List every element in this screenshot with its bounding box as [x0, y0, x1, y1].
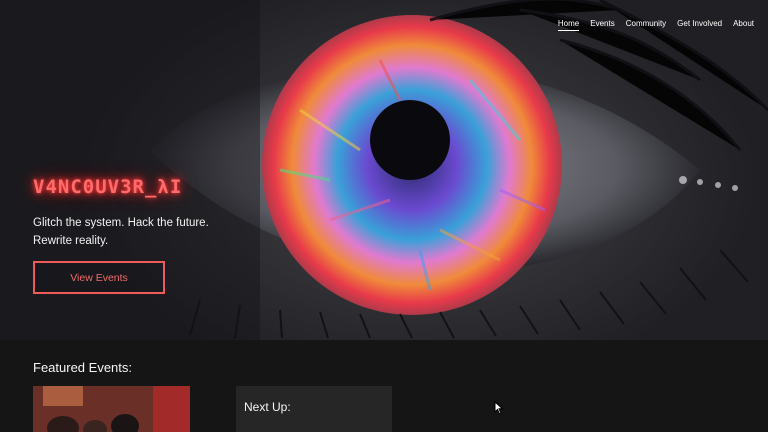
event-photo — [33, 386, 190, 432]
hero-tagline: Glitch the system. Hack the future. Rewr… — [33, 217, 209, 247]
main-nav: Home Events Community Get Involved About — [557, 19, 754, 31]
next-up-title: Next Up: — [244, 400, 291, 414]
event-thumbnail[interactable] — [33, 386, 190, 432]
featured-events-title: Featured Events: — [33, 360, 132, 375]
featured-events-section: Featured Events: Next Up: — [0, 340, 768, 432]
nav-get-involved-link[interactable]: Get Involved — [677, 19, 722, 31]
nav-about-link[interactable]: About — [733, 19, 754, 31]
next-up-card: Next Up: — [236, 386, 392, 432]
brand-title: V4NC0UV3R_λI — [33, 176, 183, 198]
nav-home-link[interactable]: Home — [557, 19, 580, 31]
hero-section: Home Events Community Get Involved About… — [0, 0, 768, 340]
view-events-button[interactable]: View Events — [33, 261, 165, 294]
mouse-cursor-icon — [494, 401, 504, 415]
nav-community-link[interactable]: Community — [626, 19, 666, 31]
nav-events-link[interactable]: Events — [590, 19, 614, 31]
